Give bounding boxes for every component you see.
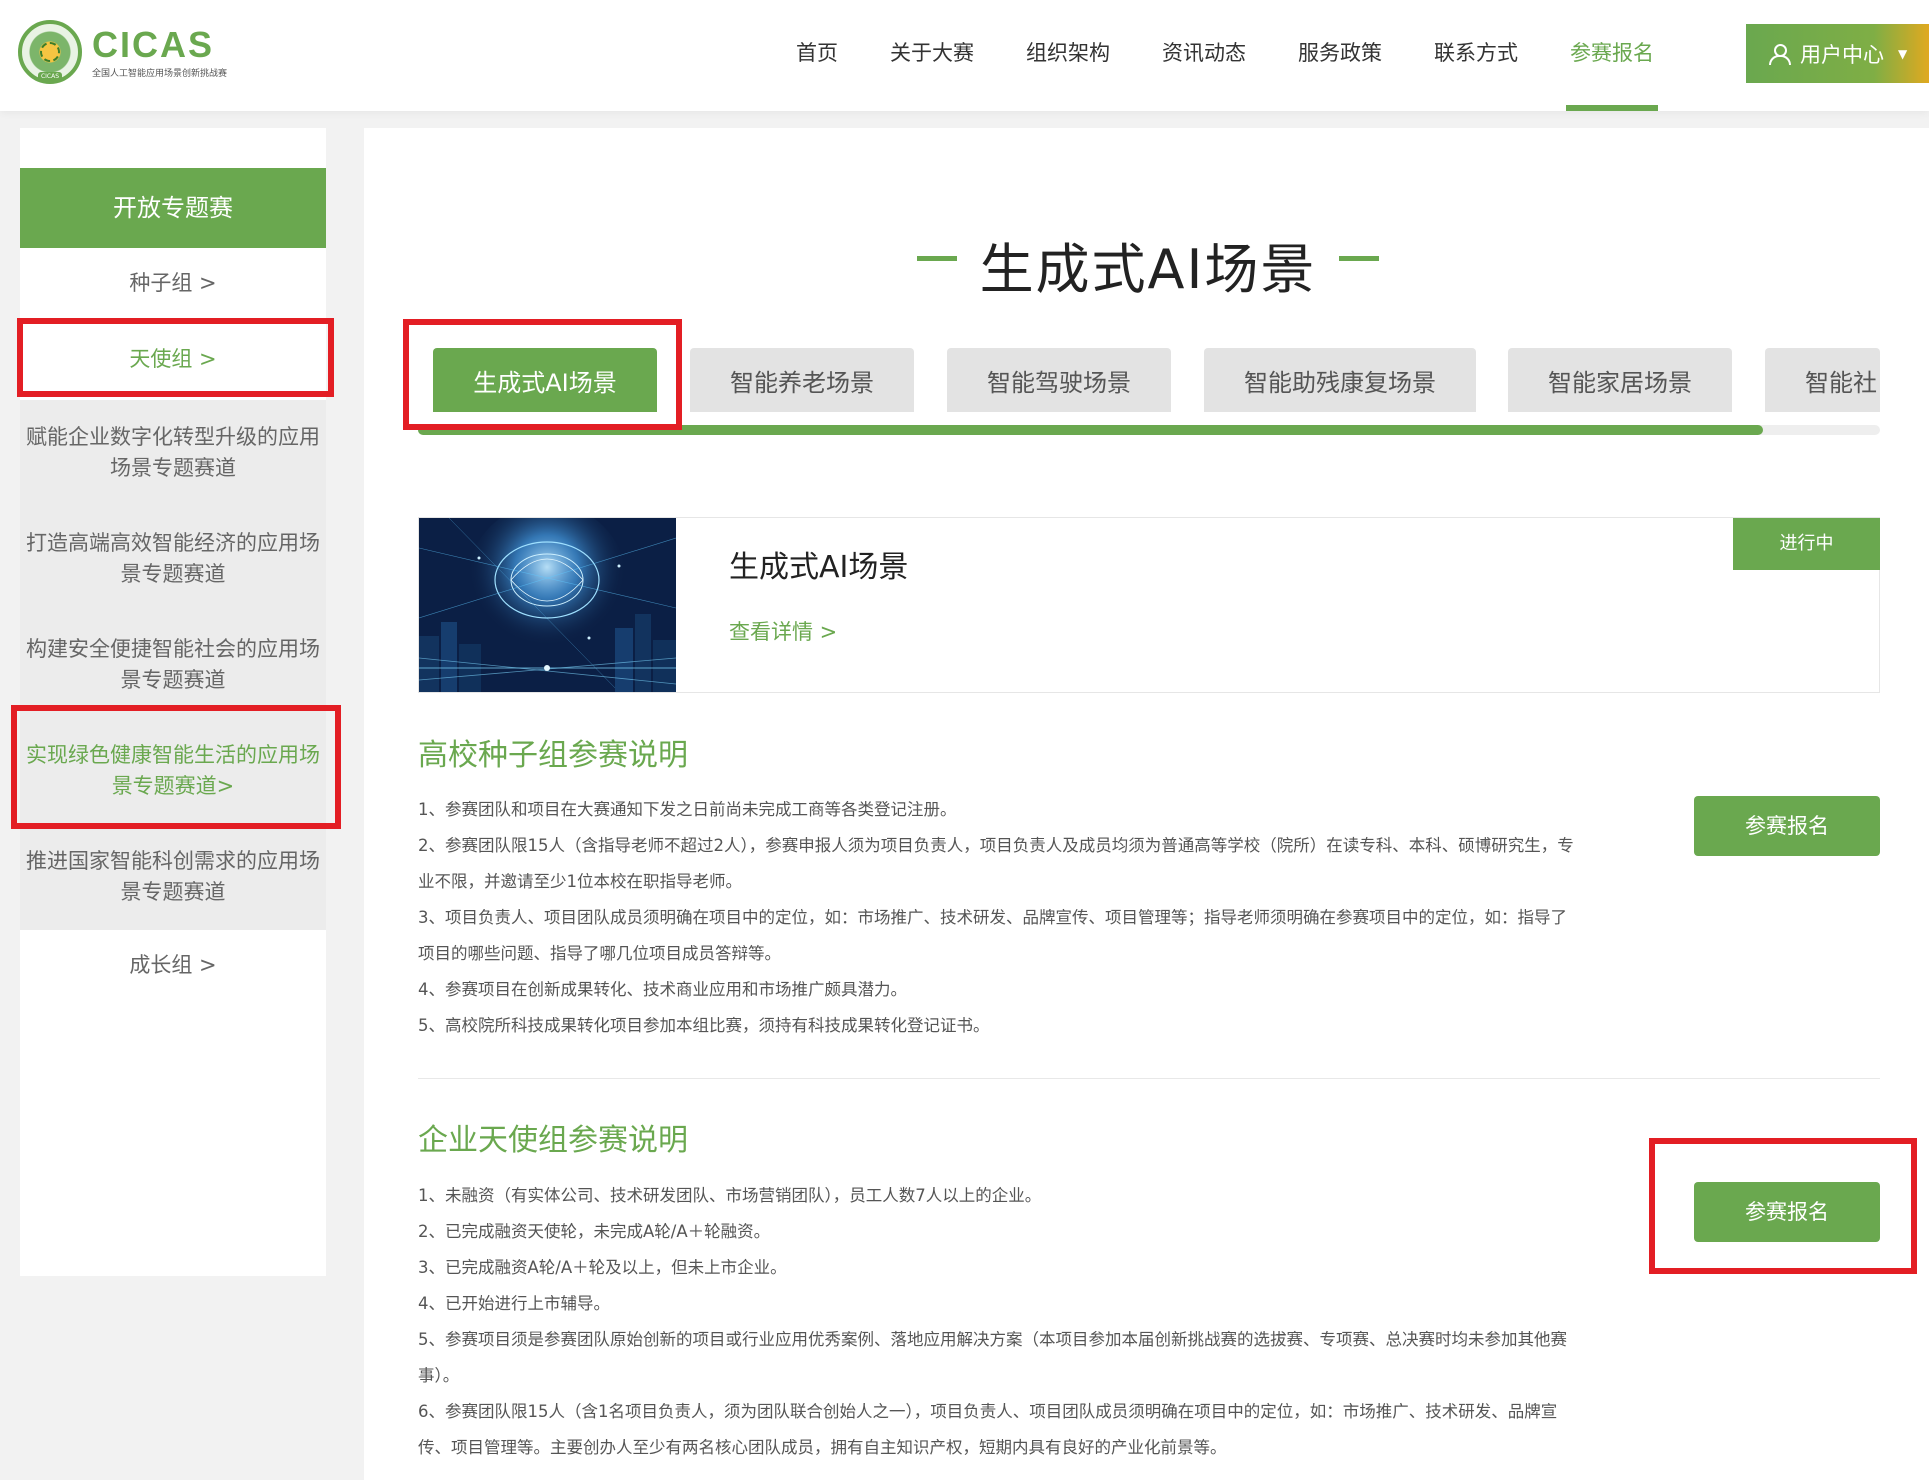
angel-rule-3: 3、已完成融资A轮/A＋轮及以上，但未上市企业。: [418, 1258, 787, 1277]
seed-rule-1: 1、参赛团队和项目在大赛通知下发之日前尚未完成工商等各类登记注册。: [418, 800, 957, 819]
tab-smart-disability-rehab[interactable]: 智能助残康复场景: [1204, 348, 1476, 412]
user-center-label: 用户中心: [1800, 42, 1884, 67]
nav-about[interactable]: 关于大赛: [864, 0, 1000, 111]
logo-emblem-tag: CICAS: [38, 72, 62, 82]
logo-subtitle: 全国人工智能应用场景创新挑战赛: [92, 68, 228, 79]
site-logo[interactable]: CICAS CICAS 全国人工智能应用场景创新挑战赛: [18, 20, 227, 84]
angel-rule-5: 5、参赛项目须是参赛团队原始创新的项目或行业应用优秀案例、落地应用解决方案（本项…: [418, 1330, 1567, 1385]
sidebar-header: 开放专题赛: [20, 168, 326, 248]
angel-rules: 1、未融资（有实体公司、技术研发团队、市场营销团队），员工人数7人以上的企业。 …: [418, 1178, 1578, 1466]
sidebar-item-smart-society[interactable]: 构建安全便捷智能社会的应用场景专题赛道: [20, 612, 326, 718]
annotation-box-signup: [1649, 1138, 1917, 1274]
annotation-box-tab: [403, 319, 682, 430]
sidebar-item-national-innovation[interactable]: 推进国家智能科创需求的应用场景专题赛道: [20, 824, 326, 930]
nav-home[interactable]: 首页: [770, 0, 864, 111]
sidebar-spacer: [20, 1000, 326, 1276]
seed-rule-3: 3、项目负责人、项目团队成员须明确在项目中的定位，如：市场推广、技术研发、品牌宣…: [418, 908, 1567, 963]
site-header: CICAS CICAS 全国人工智能应用场景创新挑战赛 首页 关于大赛 组织架构…: [0, 0, 1929, 111]
scenario-card[interactable]: 生成式AI场景 查看详情 > 进行中: [418, 517, 1880, 693]
tab-smart-elderly-care[interactable]: 智能养老场景: [690, 348, 914, 412]
seed-rule-2: 2、参赛团队限15人（含指导老师不超过2人），参赛申报人须为项目负责人，项目负责…: [418, 836, 1574, 891]
main-nav: 首页 关于大赛 组织架构 资讯动态 服务政策 联系方式 参赛报名: [770, 0, 1680, 111]
angel-section-title: 企业天使组参赛说明: [418, 1123, 688, 1158]
card-title: 生成式AI场景: [729, 550, 909, 585]
view-details-link[interactable]: 查看详情 >: [729, 616, 837, 646]
seed-rule-4: 4、参赛项目在创新成果转化、技术商业应用和市场推广颇具潜力。: [418, 980, 907, 999]
status-badge: 进行中: [1733, 518, 1880, 570]
user-icon: [1768, 43, 1791, 65]
annotation-box-angel: [17, 318, 334, 397]
logo-emblem-icon: CICAS: [18, 20, 82, 84]
nav-contact[interactable]: 联系方式: [1408, 0, 1544, 111]
angel-rule-1: 1、未融资（有实体公司、技术研发团队、市场营销团队），员工人数7人以上的企业。: [418, 1186, 1042, 1205]
seed-rules: 1、参赛团队和项目在大赛通知下发之日前尚未完成工商等各类登记注册。 2、参赛团队…: [418, 792, 1578, 1044]
nav-organization[interactable]: 组织架构: [1000, 0, 1136, 111]
annotation-box-green-living: [11, 705, 341, 829]
tab-smart-driving[interactable]: 智能驾驶场景: [947, 348, 1171, 412]
section-divider: [418, 1078, 1880, 1079]
angel-rule-6: 6、参赛团队限15人（含1名项目负责人，须为团队联合创始人之一），项目负责人、项…: [418, 1402, 1558, 1457]
caret-down-icon: ▼: [1898, 46, 1908, 61]
nav-registration[interactable]: 参赛报名: [1544, 0, 1680, 111]
sidebar-item-digital-transformation[interactable]: 赋能企业数字化转型升级的应用场景专题赛道: [20, 400, 326, 506]
page-title: 生成式AI场景: [979, 238, 1317, 301]
nav-policy[interactable]: 服务政策: [1272, 0, 1408, 111]
angel-rule-2: 2、已完成融资天使轮，未完成A轮/A＋轮融资。: [418, 1222, 771, 1241]
user-center-button[interactable]: 用户中心 ▼: [1746, 24, 1929, 83]
logo-title: CICAS: [92, 23, 215, 65]
title-dash-left: [917, 256, 957, 261]
sidebar-item-seed[interactable]: 种子组 >: [20, 248, 326, 318]
sidebar-item-smart-economy[interactable]: 打造高端高效智能经济的应用场景专题赛道: [20, 506, 326, 612]
ai-brain-illustration-icon: [419, 518, 676, 692]
sidebar: 开放专题赛 种子组 > 天使组 > 赋能企业数字化转型升级的应用场景专题赛道 打…: [20, 128, 326, 1276]
seed-rule-5: 5、高校院所科技成果转化项目参加本组比赛，须持有科技成果转化登记证书。: [418, 1016, 990, 1035]
seed-section-title: 高校种子组参赛说明: [418, 738, 688, 773]
tab-smart-home[interactable]: 智能家居场景: [1508, 348, 1732, 412]
tab-smart-community[interactable]: 智能社: [1765, 348, 1880, 412]
angel-rule-4: 4、已开始进行上市辅导。: [418, 1294, 610, 1313]
seed-signup-button[interactable]: 参赛报名: [1694, 796, 1880, 856]
title-dash-right: [1339, 256, 1379, 261]
ai-brain-city-image: [419, 518, 676, 692]
nav-news[interactable]: 资讯动态: [1136, 0, 1272, 111]
sidebar-item-growth[interactable]: 成长组 >: [20, 930, 326, 1000]
